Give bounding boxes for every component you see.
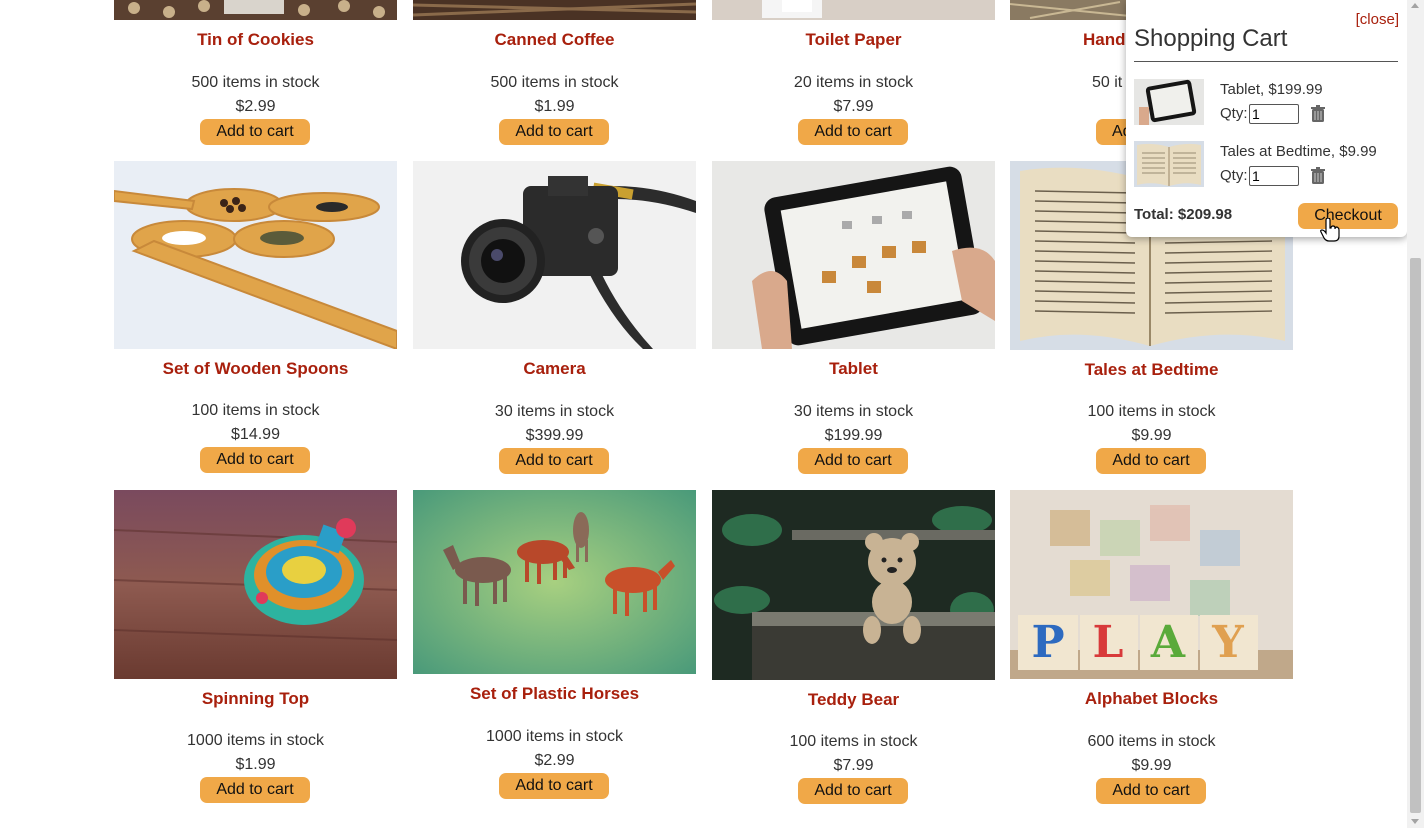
product-price: $7.99 <box>833 757 874 774</box>
scroll-down-arrow-icon[interactable] <box>1411 819 1419 824</box>
add-to-cart-button[interactable]: Add to cart <box>499 119 609 145</box>
product-card: Tin of Cookies 500 items in stock $2.99 … <box>114 0 397 150</box>
product-image <box>712 490 995 680</box>
add-to-cart-button[interactable]: Add to cart <box>798 448 908 474</box>
product-name[interactable]: Camera <box>413 359 696 379</box>
scrollbar-thumb[interactable] <box>1410 258 1421 813</box>
cart-item-label: Tablet, $199.99 <box>1220 81 1323 98</box>
product-image <box>413 161 696 349</box>
product-price: $1.99 <box>235 756 276 773</box>
product-card: Canned Coffee 500 items in stock $1.99 A… <box>413 0 696 150</box>
cart-item: Tablet, $199.99 Qty: <box>1134 79 1399 127</box>
shopping-cart-panel: [close] Shopping Cart Tablet, $199.99 Qt… <box>1126 0 1407 237</box>
add-to-cart-button[interactable]: Add to cart <box>200 447 310 473</box>
product-stock: 30 items in stock <box>494 403 615 420</box>
product-stock: 100 items in stock <box>789 733 918 750</box>
add-to-cart-button[interactable]: Add to cart <box>1096 448 1206 474</box>
product-name[interactable]: Set of Wooden Spoons <box>114 359 397 379</box>
product-price: $9.99 <box>1131 757 1172 774</box>
product-stock: 600 items in stock <box>1087 733 1216 750</box>
product-image <box>712 161 995 349</box>
product-image <box>413 490 696 674</box>
product-card: Tablet 30 items in stock $199.99 Add to … <box>712 161 995 481</box>
qty-label: Qty: <box>1220 105 1248 122</box>
divider <box>1134 61 1398 62</box>
checkout-button[interactable]: Checkout <box>1298 203 1398 229</box>
product-stock: 1000 items in stock <box>486 728 623 745</box>
product-price: $1.99 <box>534 98 575 115</box>
product-name[interactable]: Canned Coffee <box>413 30 696 50</box>
product-price: $9.99 <box>1131 427 1172 444</box>
scroll-up-arrow-icon[interactable] <box>1411 3 1419 8</box>
cart-item-thumbnail <box>1134 79 1204 125</box>
product-image <box>114 0 397 20</box>
product-stock: 20 items in stock <box>793 74 914 91</box>
cart-item: Tales at Bedtime, $9.99 Qty: <box>1134 141 1399 189</box>
product-image <box>413 0 696 20</box>
product-name[interactable]: Set of Plastic Horses <box>413 684 696 704</box>
add-to-cart-button[interactable]: Add to cart <box>798 119 908 145</box>
quantity-input[interactable] <box>1249 166 1299 186</box>
hand-cursor-icon <box>1320 218 1340 242</box>
product-name[interactable]: Spinning Top <box>114 689 397 709</box>
product-name[interactable]: Teddy Bear <box>712 690 995 710</box>
cart-title: Shopping Cart <box>1134 25 1288 52</box>
blocks-lettering: PLAY <box>1031 617 1244 668</box>
product-image <box>114 490 397 679</box>
product-name[interactable]: Tin of Cookies <box>114 30 397 50</box>
product-name[interactable]: Toilet Paper <box>712 30 995 50</box>
product-stock: 500 items in stock <box>490 74 619 91</box>
product-name[interactable]: Alphabet Blocks <box>1010 689 1293 709</box>
product-name[interactable]: Tablet <box>712 359 995 379</box>
product-card: Set of Plastic Horses 1000 items in stoc… <box>413 490 696 810</box>
product-stock: 500 items in stock <box>191 74 320 91</box>
add-to-cart-button[interactable]: Add to cart <box>200 777 310 803</box>
add-to-cart-button[interactable]: Add to cart <box>1096 778 1206 804</box>
product-image: PLAY <box>1010 490 1293 679</box>
add-to-cart-button[interactable]: Add to cart <box>499 448 609 474</box>
add-to-cart-button[interactable]: Add to cart <box>499 773 609 799</box>
product-name[interactable]: Tales at Bedtime <box>1010 360 1293 380</box>
product-price: $7.99 <box>833 98 874 115</box>
product-card: Teddy Bear 100 items in stock $7.99 Add … <box>712 490 995 810</box>
product-stock: 1000 items in stock <box>187 732 324 749</box>
product-image <box>712 0 995 20</box>
product-image <box>114 161 397 349</box>
product-card: Toilet Paper 20 items in stock $7.99 Add… <box>712 0 995 150</box>
product-stock: 30 items in stock <box>793 403 914 420</box>
vertical-scrollbar[interactable] <box>1407 0 1424 828</box>
close-cart-link[interactable]: [close] <box>1356 11 1399 28</box>
product-stock: 100 items in stock <box>191 402 320 419</box>
cart-item-label: Tales at Bedtime, $9.99 <box>1220 143 1377 160</box>
product-price: $2.99 <box>235 98 276 115</box>
product-card: PLAY Alphabet Blocks 600 items in stock … <box>1010 490 1293 810</box>
trash-icon[interactable] <box>1310 167 1326 185</box>
cart-total: Total: $209.98 <box>1134 206 1233 223</box>
product-stock: 100 items in stock <box>1087 403 1216 420</box>
add-to-cart-button[interactable]: Add to cart <box>798 778 908 804</box>
cart-item-thumbnail <box>1134 141 1204 187</box>
product-price: $399.99 <box>525 427 584 444</box>
product-card: Set of Wooden Spoons 100 items in stock … <box>114 161 397 481</box>
trash-icon[interactable] <box>1310 105 1326 123</box>
product-price: $2.99 <box>534 752 575 769</box>
product-card: Camera 30 items in stock $399.99 Add to … <box>413 161 696 481</box>
add-to-cart-button[interactable]: Add to cart <box>200 119 310 145</box>
product-card: Spinning Top 1000 items in stock $1.99 A… <box>114 490 397 810</box>
product-price: $199.99 <box>824 427 883 444</box>
qty-label: Qty: <box>1220 167 1248 184</box>
product-price: $14.99 <box>231 426 280 443</box>
quantity-input[interactable] <box>1249 104 1299 124</box>
